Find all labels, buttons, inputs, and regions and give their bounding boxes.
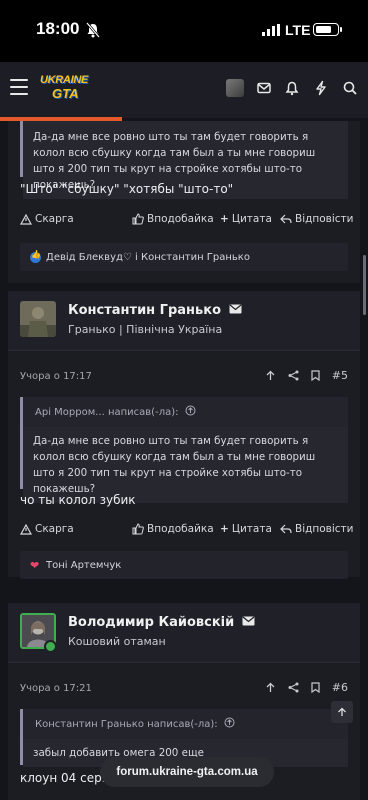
quote-text: Да-да мне все ровно што ты там будет гов… xyxy=(23,427,348,503)
user-avatar[interactable] xyxy=(226,79,244,97)
bell-muted-icon xyxy=(86,22,100,38)
like-reaction-icon xyxy=(30,250,41,263)
mail-icon[interactable] xyxy=(256,80,272,96)
battery-icon xyxy=(313,23,342,36)
post-4: Да-да мне все ровно што ты там будет гов… xyxy=(8,121,360,283)
reply-icon xyxy=(280,524,292,533)
like-button[interactable]: Вподобайка xyxy=(132,523,214,535)
report-button[interactable]: Скарга xyxy=(20,523,74,535)
share-icon[interactable] xyxy=(288,682,299,693)
reply-icon xyxy=(280,214,292,223)
reactions-list: Тоні Артемчук xyxy=(46,559,122,571)
author-avatar[interactable] xyxy=(20,301,56,337)
author-title: Кошовий отаман xyxy=(68,635,166,648)
bell-icon[interactable] xyxy=(284,80,300,96)
warning-icon xyxy=(20,523,32,535)
signal-icon xyxy=(262,24,280,36)
lightning-icon[interactable] xyxy=(313,80,329,96)
reactions-list: Девід Блеквуд♡ і Константин Гранько xyxy=(46,251,250,263)
plus-icon: + xyxy=(220,213,229,225)
post-message: чо ты колол зубик xyxy=(20,493,136,507)
thumbs-up-icon xyxy=(132,213,144,225)
quote-header[interactable]: Константин Гранько написав(-ла): xyxy=(35,717,235,730)
arrow-up-icon[interactable] xyxy=(265,370,276,381)
menu-icon[interactable] xyxy=(10,79,28,95)
quote-block: Арі Морром... написав(-ла): Да-да мне вс… xyxy=(20,397,348,503)
envelope-icon[interactable] xyxy=(242,616,255,626)
post-message: "Што" "сбушку" "хотябы "што-то" xyxy=(20,182,234,196)
site-logo[interactable]: UKRAINE GTA xyxy=(40,74,88,104)
post-header: Константин Гранько Гранько | Північна Ук… xyxy=(8,291,360,351)
post-date[interactable]: Учора о 17:21 xyxy=(20,683,92,694)
post-message: клоун 04 серв xyxy=(20,771,109,785)
author-name[interactable]: Константин Гранько xyxy=(68,303,242,318)
post-actions: Скарга Вподобайка + Цитата Відповісти xyxy=(20,213,354,229)
online-indicator xyxy=(44,640,57,653)
post-date[interactable]: Учора о 17:17 xyxy=(20,371,92,382)
thread-content: Да-да мне все ровно што ты там будет гов… xyxy=(0,121,368,800)
post-5: Константин Гранько Гранько | Північна Ук… xyxy=(8,291,360,579)
thumbs-up-icon xyxy=(132,523,144,535)
report-button[interactable]: Скарга xyxy=(20,213,74,225)
quote-header[interactable]: Арі Морром... написав(-ла): xyxy=(35,405,196,418)
post-number[interactable]: #6 xyxy=(332,681,348,694)
reactions-bar[interactable]: Девід Блеквуд♡ і Константин Гранько xyxy=(20,243,348,271)
author-title: Гранько | Північна Україна xyxy=(68,323,223,336)
quote-button[interactable]: + Цитата xyxy=(220,523,272,535)
scroll-to-top-button[interactable] xyxy=(331,701,353,723)
post-tools: #6 xyxy=(265,681,348,694)
circle-arrow-up-icon[interactable] xyxy=(185,405,196,416)
reactions-bar[interactable]: ❤ Тоні Артемчук xyxy=(20,551,348,579)
bookmark-icon[interactable] xyxy=(311,370,320,381)
circle-arrow-up-icon[interactable] xyxy=(224,717,235,728)
author-name[interactable]: Володимир Кайовскій xyxy=(68,615,255,630)
reply-button[interactable]: Відповісти xyxy=(280,213,354,225)
status-time: 18:00 xyxy=(36,19,80,38)
arrow-up-icon[interactable] xyxy=(265,682,276,693)
post-actions: Скарга Вподобайка + Цитата Відповісти xyxy=(20,523,354,539)
scrollbar[interactable] xyxy=(363,255,366,315)
like-button[interactable]: Вподобайка xyxy=(132,213,214,225)
warning-icon xyxy=(20,213,32,225)
search-icon[interactable] xyxy=(342,80,358,96)
plus-icon: + xyxy=(220,523,229,535)
love-reaction-icon: ❤ xyxy=(30,558,40,572)
quote-block: Да-да мне все ровно што ты там будет гов… xyxy=(20,121,348,199)
post-tools: #5 xyxy=(265,369,348,382)
network-type: LTE xyxy=(285,22,311,38)
bookmark-icon[interactable] xyxy=(311,682,320,693)
browser-url-bar[interactable]: forum.ukraine-gta.com.ua xyxy=(100,757,274,787)
envelope-icon[interactable] xyxy=(229,304,242,314)
site-header: UKRAINE GTA xyxy=(0,62,368,118)
arrow-up-icon xyxy=(338,707,346,716)
post-header: Володимир Кайовскій Кошовий отаман xyxy=(8,603,360,663)
reply-button[interactable]: Відповісти xyxy=(280,523,354,535)
share-icon[interactable] xyxy=(288,370,299,381)
post-number[interactable]: #5 xyxy=(332,369,348,382)
status-bar: 18:00 LTE xyxy=(0,0,368,62)
quote-button[interactable]: + Цитата xyxy=(220,213,272,225)
